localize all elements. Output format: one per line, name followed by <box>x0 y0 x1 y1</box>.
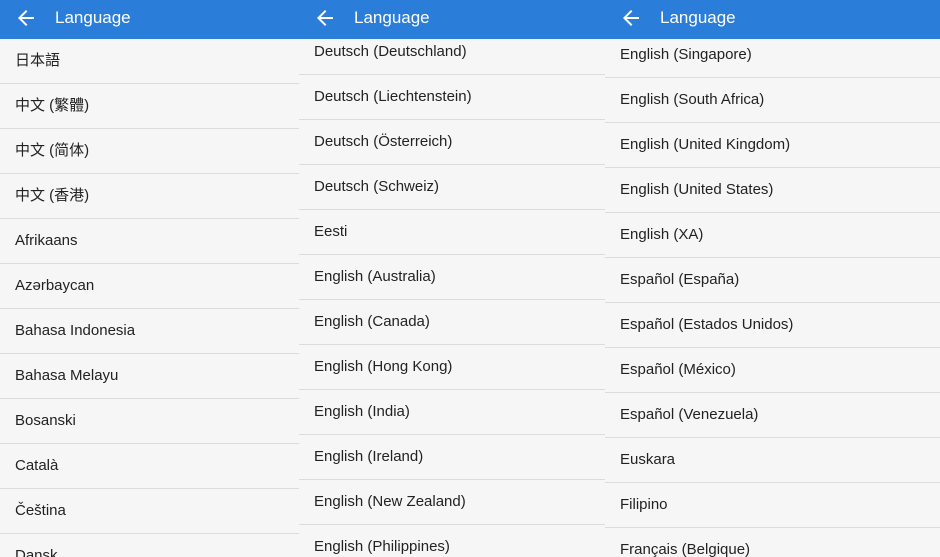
page-title: Language <box>55 8 131 27</box>
language-label: Bahasa Indonesia <box>15 322 136 339</box>
list-item[interactable]: Deutsch (Liechtenstein) <box>299 75 605 120</box>
list-item[interactable]: Eesti <box>299 210 605 255</box>
language-label: English (United States) <box>620 181 774 198</box>
list-item[interactable]: Dansk <box>0 534 299 557</box>
language-label: Deutsch (Deutschland) <box>314 43 467 60</box>
language-label: Dansk <box>15 547 58 557</box>
language-label: English (Australia) <box>314 268 436 285</box>
list-item[interactable]: Català <box>0 444 299 489</box>
list-item[interactable]: English (Philippines) <box>299 525 605 557</box>
list-item[interactable]: 中文 (香港) <box>0 174 299 219</box>
language-label: English (Singapore) <box>620 46 752 63</box>
language-label: Deutsch (Schweiz) <box>314 178 440 195</box>
list-item[interactable]: English (United Kingdom) <box>605 123 940 168</box>
language-label: Afrikaans <box>15 232 78 249</box>
language-label: Français (Belgique) <box>620 541 751 557</box>
language-label: English (Hong Kong) <box>314 358 453 375</box>
list-item[interactable]: Español (Estados Unidos) <box>605 303 940 348</box>
list-item[interactable]: Deutsch (Österreich) <box>299 120 605 165</box>
language-label: Español (España) <box>620 271 740 288</box>
list-item[interactable]: Bahasa Indonesia <box>0 309 299 354</box>
arrow-left-icon[interactable] <box>313 6 337 30</box>
language-label: English (Ireland) <box>314 448 424 465</box>
list-item[interactable]: English (Canada) <box>299 300 605 345</box>
language-label: English (India) <box>314 403 410 420</box>
list-item[interactable]: Español (Venezuela) <box>605 393 940 438</box>
language-label: 日本語 <box>15 52 61 69</box>
list-item[interactable]: English (United States) <box>605 168 940 213</box>
language-label: 中文 (繁體) <box>15 97 90 114</box>
list-item[interactable]: Euskara <box>605 438 940 483</box>
language-panel-3: Language English (Singapore) English (So… <box>605 0 940 557</box>
language-list: 日本語 中文 (繁體) 中文 (简体) 中文 (香港) Afrikaans Az… <box>0 39 299 557</box>
language-label: English (South Africa) <box>620 91 765 108</box>
language-panel-2: Language Deutsch (Deutschland) Deutsch (… <box>299 0 605 557</box>
list-item[interactable]: 日本語 <box>0 39 299 84</box>
app-bar: Language <box>605 0 940 39</box>
list-item[interactable]: 中文 (繁體) <box>0 84 299 129</box>
list-item[interactable]: Bosanski <box>0 399 299 444</box>
page-title: Language <box>354 8 430 27</box>
list-item[interactable]: 中文 (简体) <box>0 129 299 174</box>
list-item[interactable]: English (Singapore) <box>605 33 940 78</box>
list-item[interactable]: Deutsch (Schweiz) <box>299 165 605 210</box>
language-label: Deutsch (Liechtenstein) <box>314 88 472 105</box>
language-label: Deutsch (Österreich) <box>314 133 453 150</box>
language-label: Euskara <box>620 451 676 468</box>
list-item[interactable]: English (Hong Kong) <box>299 345 605 390</box>
list-item[interactable]: Español (México) <box>605 348 940 393</box>
language-list: Deutsch (Deutschland) Deutsch (Liechtens… <box>299 30 605 557</box>
list-item[interactable]: English (New Zealand) <box>299 480 605 525</box>
list-item[interactable]: Français (Belgique) <box>605 528 940 557</box>
language-label: Català <box>15 457 59 474</box>
language-label: English (XA) <box>620 226 704 243</box>
list-item[interactable]: Afrikaans <box>0 219 299 264</box>
language-label: Español (Estados Unidos) <box>620 316 794 333</box>
list-item[interactable]: English (Ireland) <box>299 435 605 480</box>
language-panel-1: Language 日本語 中文 (繁體) 中文 (简体) 中文 (香港) Afr… <box>0 0 299 557</box>
language-settings-screens: Language 日本語 中文 (繁體) 中文 (简体) 中文 (香港) Afr… <box>0 0 940 557</box>
list-item[interactable]: Azərbaycan <box>0 264 299 309</box>
language-list: English (Singapore) English (South Afric… <box>605 33 940 557</box>
app-bar: Language <box>299 0 605 39</box>
list-item[interactable]: English (XA) <box>605 213 940 258</box>
page-title: Language <box>660 8 736 27</box>
language-label: Čeština <box>15 502 66 519</box>
list-item[interactable]: Čeština <box>0 489 299 534</box>
language-label: Azərbaycan <box>15 277 95 294</box>
app-bar: Language <box>0 0 299 39</box>
language-label: 中文 (香港) <box>15 187 90 204</box>
list-item[interactable]: Español (España) <box>605 258 940 303</box>
language-label: Bosanski <box>15 412 76 429</box>
list-item[interactable]: Bahasa Melayu <box>0 354 299 399</box>
arrow-left-icon[interactable] <box>14 6 38 30</box>
language-label: Eesti <box>314 223 348 240</box>
language-label: Español (Venezuela) <box>620 406 759 423</box>
language-label: English (United Kingdom) <box>620 136 791 153</box>
list-item[interactable]: English (South Africa) <box>605 78 940 123</box>
language-label: English (New Zealand) <box>314 493 466 510</box>
language-label: Español (México) <box>620 361 736 378</box>
language-label: Bahasa Melayu <box>15 367 119 384</box>
list-item[interactable]: English (India) <box>299 390 605 435</box>
list-item[interactable]: English (Australia) <box>299 255 605 300</box>
language-label: Filipino <box>620 496 668 513</box>
language-label: English (Canada) <box>314 313 430 330</box>
list-item[interactable]: Filipino <box>605 483 940 528</box>
arrow-left-icon[interactable] <box>619 6 643 30</box>
language-label: English (Philippines) <box>314 538 450 555</box>
language-label: 中文 (简体) <box>15 142 90 159</box>
